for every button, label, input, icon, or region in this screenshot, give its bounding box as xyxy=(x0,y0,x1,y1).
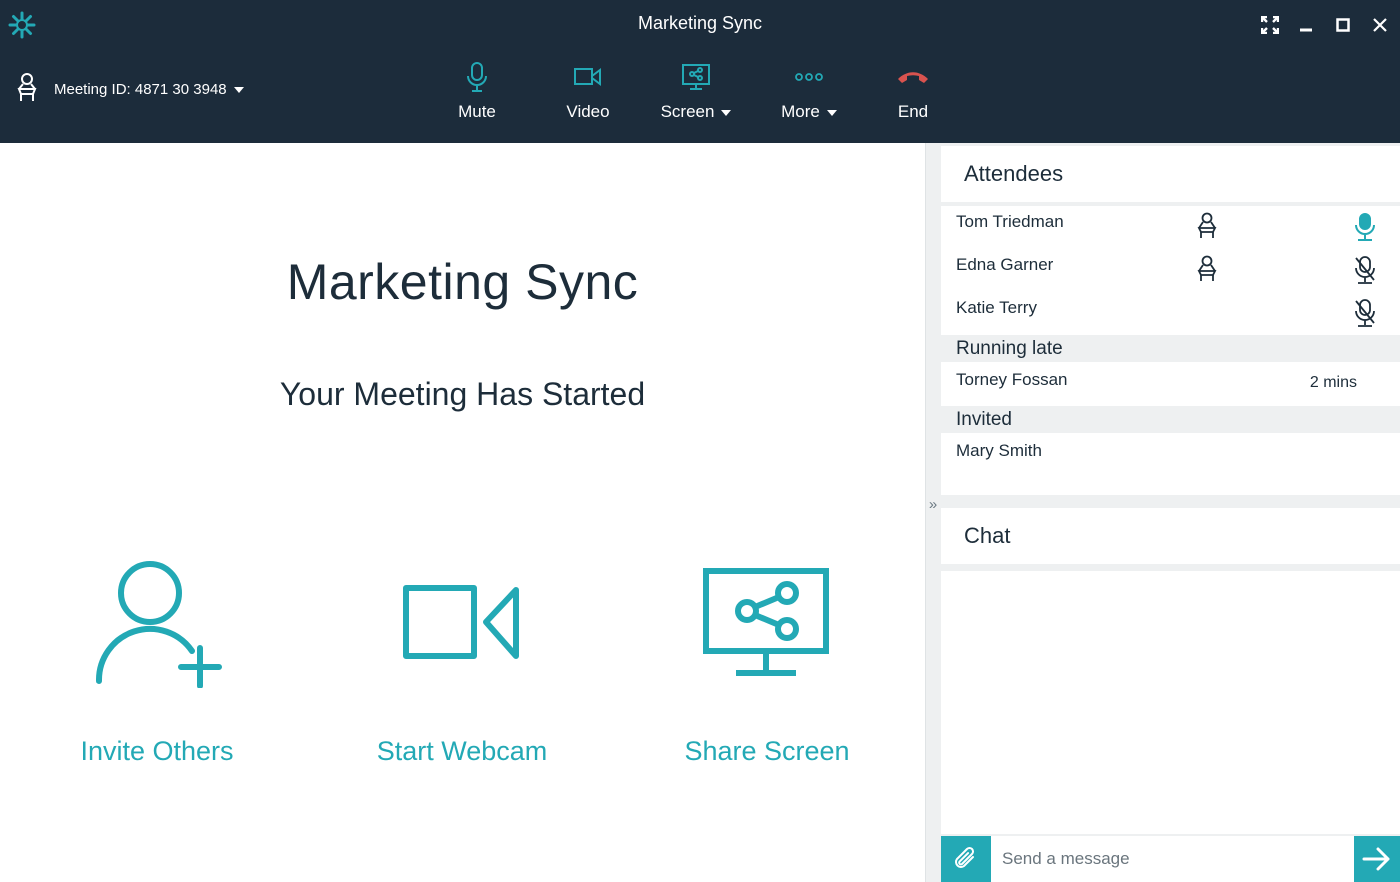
attendee-row[interactable]: Mary Smith xyxy=(941,435,1400,475)
attendee-row[interactable]: Katie Terry xyxy=(941,292,1400,332)
send-arrow-icon xyxy=(1362,847,1390,871)
running-late-heading: Running late xyxy=(941,335,1400,362)
start-webcam-label: Start Webcam xyxy=(376,736,548,766)
chat-message-input[interactable] xyxy=(991,836,1354,882)
end-label: End xyxy=(897,102,929,121)
host-icon xyxy=(1196,255,1218,283)
webcam-icon xyxy=(332,548,592,698)
late-eta: 2 mins xyxy=(1309,374,1357,391)
attendee-name: Torney Fossan xyxy=(956,370,1068,389)
invite-others-button[interactable]: Invite Others xyxy=(27,548,287,767)
share-screen-button[interactable]: Share Screen xyxy=(637,548,897,767)
fullscreen-icon[interactable] xyxy=(1257,12,1283,38)
chat-messages xyxy=(941,571,1400,834)
send-button[interactable] xyxy=(1354,836,1400,882)
meeting-main-panel: Marketing Sync Your Meeting Has Started … xyxy=(0,143,925,882)
microphone-icon xyxy=(422,58,532,96)
mute-label: Mute xyxy=(458,102,496,121)
window-title: Marketing Sync xyxy=(637,13,763,33)
end-call-button[interactable]: End xyxy=(858,58,968,128)
more-button[interactable]: More xyxy=(754,58,864,128)
chevron-down-icon xyxy=(826,109,837,116)
chevron-down-icon xyxy=(233,86,244,93)
microphone-muted-icon[interactable] xyxy=(1353,255,1377,285)
invite-others-label: Invite Others xyxy=(80,736,234,766)
share-screen-icon xyxy=(637,548,897,698)
attendee-row[interactable]: Edna Garner xyxy=(941,249,1400,289)
attendee-name: Edna Garner xyxy=(956,255,1054,274)
chat-heading: Chat xyxy=(941,508,1400,564)
share-screen-label: Share Screen xyxy=(684,736,850,766)
meeting-title: Marketing Sync xyxy=(286,254,639,310)
more-dots-icon xyxy=(754,58,864,96)
side-panel: Attendees Tom Triedman Edna Garner Katie… xyxy=(941,143,1400,882)
hang-up-icon xyxy=(858,58,968,96)
attendee-name: Mary Smith xyxy=(956,441,1042,460)
paperclip-icon xyxy=(955,846,975,868)
collapse-panel-icon[interactable]: » xyxy=(925,496,941,518)
maximize-icon[interactable] xyxy=(1330,12,1356,38)
more-label: More xyxy=(781,102,820,121)
attendees-heading: Attendees xyxy=(941,146,1400,202)
chat-input-bar xyxy=(941,836,1400,882)
top-bar: Marketing Sync Meeting ID: 4871 30 3948 … xyxy=(0,0,1400,143)
host-icon xyxy=(1196,212,1218,240)
meeting-status: Your Meeting Has Started xyxy=(279,376,646,412)
attendee-row[interactable]: Tom Triedman xyxy=(941,206,1400,246)
minimize-icon[interactable] xyxy=(1293,12,1319,38)
add-user-icon xyxy=(27,548,287,698)
host-icon xyxy=(14,72,40,107)
close-icon[interactable] xyxy=(1367,12,1393,38)
attendee-row[interactable]: Torney Fossan 2 mins xyxy=(941,364,1400,404)
microphone-icon[interactable] xyxy=(1353,212,1377,242)
attendee-name: Katie Terry xyxy=(956,298,1037,317)
screen-label: Screen xyxy=(660,102,715,121)
video-button[interactable]: Video xyxy=(533,58,643,128)
attendee-name: Tom Triedman xyxy=(956,212,1064,231)
meeting-id-label: Meeting ID: 4871 30 3948 xyxy=(54,81,244,98)
attach-button[interactable] xyxy=(941,836,991,882)
attendee-list: Tom Triedman Edna Garner Katie Terry Run… xyxy=(941,206,1400,495)
meeting-id-dropdown[interactable]: Meeting ID: 4871 30 3948 xyxy=(14,72,244,106)
screen-share-icon xyxy=(641,58,751,96)
screen-button[interactable]: Screen xyxy=(641,58,751,128)
start-webcam-button[interactable]: Start Webcam xyxy=(332,548,592,767)
invited-heading: Invited xyxy=(941,406,1400,433)
app-logo-icon xyxy=(7,10,37,40)
video-label: Video xyxy=(566,102,610,121)
mute-button[interactable]: Mute xyxy=(422,58,532,128)
video-camera-icon xyxy=(533,58,643,96)
chevron-down-icon xyxy=(721,109,732,116)
microphone-muted-icon[interactable] xyxy=(1353,298,1377,328)
